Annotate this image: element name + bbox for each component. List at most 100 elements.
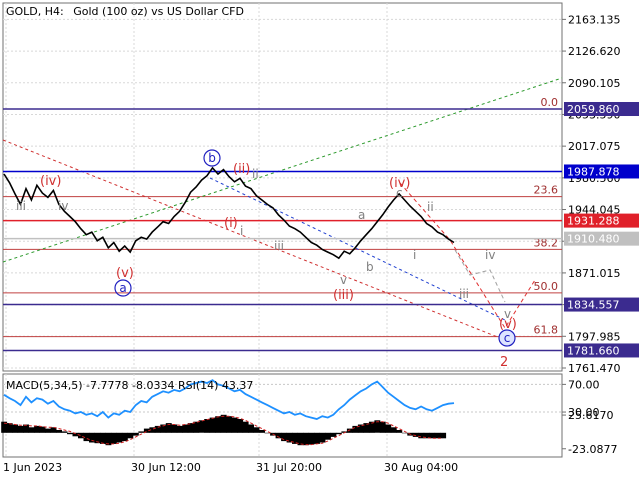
macd-histogram-bar [248,424,254,433]
macd-histogram-bar [176,425,183,433]
macd-histogram-bar [17,425,24,433]
macd-histogram-bar [390,427,397,433]
macd-histogram-bar [182,424,189,433]
level-tag-label: 1834.557 [567,299,620,312]
wave-label: ii [252,167,259,181]
wave-label: iii [274,239,284,253]
level-tag-label: 1910.480 [567,233,620,246]
macd-histogram-bar [34,425,40,433]
price-tick-label: 2090.105 [568,77,621,90]
wave-label: (i) [224,216,238,231]
macd-histogram-bar [429,432,436,439]
indicator-tick-label: -23.0877 [568,443,617,456]
level-tag-label: 2059.860 [567,103,620,116]
macd-histogram-bar [61,431,68,433]
macd-histogram-bar [226,416,233,433]
wave-label: (v) [116,266,134,281]
macd-histogram-bar [204,419,211,433]
macd-histogram-bar [308,432,315,445]
macd-histogram-bar [303,432,309,446]
fib-level-label: 50.0 [534,280,559,293]
fib-level-label: 61.8 [534,324,559,337]
level-tag-label: 1931.288 [567,215,620,228]
wave-label: a [358,208,365,222]
macd-histogram-bar [56,430,62,433]
wave-label: 2 [500,355,508,370]
macd-histogram-bar [259,430,265,433]
time-tick-label: 30 Jun 12:00 [131,461,201,474]
indicator-tick-label: 30.00 [568,406,600,419]
price-tick-label: 1871.015 [568,267,621,280]
macd-histogram-bar [330,432,337,437]
macd-histogram-bar [242,421,249,433]
macd-histogram-bar [215,416,222,433]
fib-level-label: 23.6 [534,184,559,197]
macd-histogram-bar [209,417,216,433]
wave-label: (iii) [333,288,354,303]
macd-histogram-bar [401,432,408,434]
time-tick-label: 31 Jul 20:00 [256,461,322,474]
macd-histogram-bar [434,432,441,439]
macd-histogram-bar [187,423,194,433]
price-tick-label: 2017.075 [568,140,621,153]
macd-histogram-bar [121,432,128,442]
level-tag-label: 1781.660 [567,344,620,357]
macd-histogram-bar [325,432,331,440]
macd-histogram-bar [110,432,117,444]
macd-histogram-bar [116,432,123,443]
macd-histogram-bar [220,414,227,433]
wave-label: b [208,151,216,165]
price-chart[interactable]: 23.638.250.061.8 0.0 (iv) (v) (ii) (i) (… [0,0,640,480]
wave-label: (iv) [40,174,61,189]
chart-header: GOLD, H4: Gold (100 oz) vs US Dollar CFD [6,5,244,18]
macd-histogram-bar [379,421,386,433]
wave-label: iv [58,199,68,213]
price-tick-label: 2126.620 [568,45,621,58]
fib-level-label: 0.0 [541,96,559,109]
time-tick-label: 1 Jun 2023 [3,461,62,474]
macd-histogram-bar [45,428,51,433]
macd-histogram-bar [23,424,29,433]
macd-histogram-bar [67,432,73,435]
macd-histogram-bar [132,432,139,436]
wave-label: iii [459,287,469,301]
wave-label: iii [16,199,26,213]
level-tag-label: 1987.878 [567,165,620,178]
wave-label: iv [485,248,495,262]
indicator-header: MACD(5,34,5) -7.7778 -8.0334 RSI(14) 43.… [6,379,253,392]
price-tick-label: 2163.135 [568,13,621,26]
macd-histogram-bar [28,427,35,433]
macd-histogram-bar [440,432,447,439]
time-tick-label: 30 Aug 04:00 [384,461,458,474]
wave-label: v [504,307,511,321]
macd-histogram-bar [231,417,238,433]
wave-label: a [119,281,126,295]
macd-histogram-bar [127,432,134,439]
wave-label: i [413,248,416,262]
price-tick-label: 1761.470 [568,362,621,375]
wave-label: c [396,186,403,200]
macd-histogram-bar [78,432,84,439]
wave-label: i [240,224,243,238]
macd-histogram-bar [198,420,205,433]
macd-histogram-bar [253,427,260,433]
macd-histogram-bar [39,426,46,433]
macd-histogram-bar [100,432,106,444]
macd-histogram-bar [385,424,392,433]
macd-histogram-bar [314,432,320,444]
macd-histogram-bar [396,430,403,433]
symbol-description: Gold (100 oz) vs US Dollar CFD [73,5,244,18]
wave-label: (ii) [233,162,250,177]
macd-histogram-bar [237,419,244,433]
indicator-tick-label: 70.00 [568,378,600,391]
price-tick-label: 1797.985 [568,330,621,343]
wave-label: c [504,331,511,345]
wave-label: ii [427,200,434,214]
macd-histogram-bar [319,432,326,443]
macd-histogram-bar [12,424,19,433]
symbol-label: GOLD, H4: [6,5,64,18]
wave-label: b [366,260,374,274]
wave-label: v [340,273,347,287]
macd-histogram-bar [138,431,145,433]
macd-histogram-bar [171,424,178,433]
